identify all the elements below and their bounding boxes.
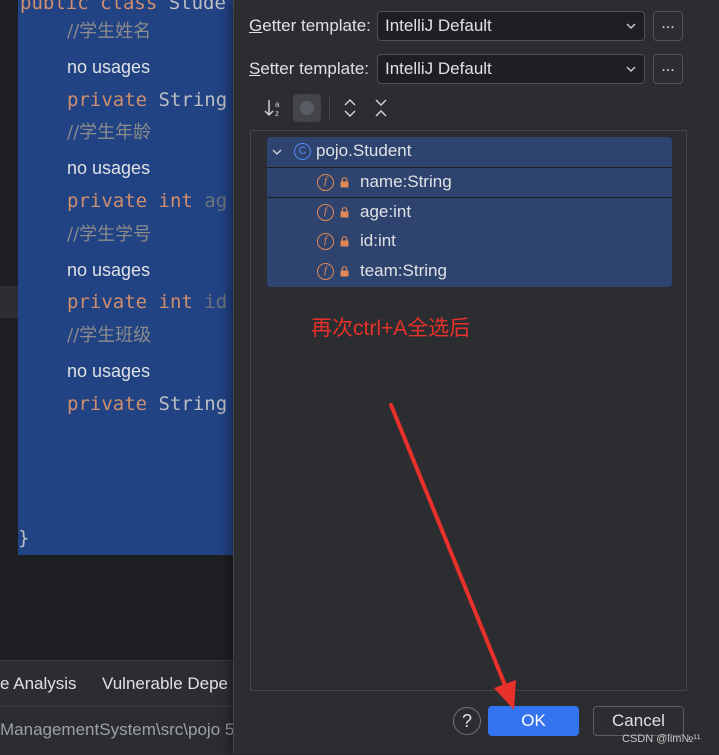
mnemonic: G	[249, 16, 263, 35]
comment-line: //学生学号	[67, 224, 152, 245]
comment-line: //学生年龄	[67, 122, 152, 143]
annotation-text: 再次ctrl+A全选后	[311, 317, 471, 340]
closing-brace: }	[18, 527, 30, 549]
code-line-field: private String	[67, 392, 227, 416]
keyword: private int	[67, 190, 205, 212]
tree-node-field[interactable]: f team:String	[267, 257, 672, 287]
setter-template-value: IntelliJ Default	[385, 59, 492, 78]
lock-icon	[340, 177, 349, 188]
chevron-down-icon	[626, 23, 636, 29]
code-line-class: public class Stude	[20, 0, 226, 15]
tree-node-class[interactable]: C pojo.Student	[267, 137, 672, 167]
svg-text:a: a	[275, 100, 280, 109]
setter-template-select[interactable]: IntelliJ Default	[377, 54, 645, 84]
tree-node-field[interactable]: f id:int	[267, 227, 672, 257]
setter-template-label: Setter template:	[249, 59, 369, 79]
cancel-button[interactable]: Cancel	[593, 706, 684, 736]
getter-template-label: Getter template:	[249, 16, 371, 36]
setter-more-button[interactable]: ...	[653, 54, 683, 84]
tab-vulnerable-dependencies[interactable]: Vulnerable Depe	[102, 674, 228, 694]
generate-getters-setters-dialog: Getter template: IntelliJ Default ... Se…	[233, 0, 719, 754]
lock-icon	[340, 266, 349, 277]
field-label: team:String	[360, 261, 447, 280]
expand-all-icon[interactable]	[336, 94, 364, 122]
keyword: private	[67, 89, 159, 111]
label-text: etter template:	[260, 59, 370, 78]
sort-alpha-icon[interactable]: a z	[261, 94, 289, 122]
keyword: private	[67, 393, 159, 415]
field-label: id:int	[360, 231, 396, 250]
status-path[interactable]: ManagementSystem\src\pojo 5	[0, 720, 234, 740]
ok-button[interactable]: OK	[488, 706, 579, 736]
member-tree[interactable]: C pojo.Student f name:String f age:int f…	[250, 130, 687, 691]
tree-node-field[interactable]: f age:int	[267, 197, 672, 228]
usage-hint[interactable]: no usages	[67, 258, 150, 282]
keyword: public class	[20, 0, 169, 14]
field-icon: f	[317, 174, 334, 191]
usage-hint[interactable]: no usages	[67, 359, 150, 383]
code-line-field: private int id	[67, 290, 227, 314]
field-name: ag	[204, 190, 228, 212]
getter-template-value: IntelliJ Default	[385, 16, 492, 35]
field-icon: f	[317, 204, 334, 221]
field-name: id	[204, 291, 228, 313]
lock-icon	[340, 207, 349, 218]
class-name: Stude	[168, 0, 226, 14]
collapse-all-icon[interactable]	[367, 94, 395, 122]
help-button[interactable]: ?	[453, 707, 481, 735]
comment-line: //学生姓名	[67, 21, 152, 42]
tree-node-field[interactable]: f name:String	[267, 167, 672, 198]
type-name: String	[158, 393, 228, 415]
usage-hint[interactable]: no usages	[67, 156, 150, 180]
code-line-field: private String	[67, 88, 227, 112]
chevron-down-icon	[626, 66, 636, 72]
field-label: age:int	[360, 202, 412, 221]
gutter-marker	[0, 286, 18, 318]
class-label: pojo.Student	[316, 141, 412, 160]
chevron-down-icon[interactable]	[271, 146, 283, 158]
type-name: String	[158, 89, 228, 111]
field-label: name:String	[360, 172, 452, 191]
svg-text:z: z	[275, 109, 279, 118]
show-inherited-icon[interactable]	[293, 94, 321, 122]
toolbar-separator	[329, 96, 330, 120]
getter-template-select[interactable]: IntelliJ Default	[377, 11, 645, 41]
code-line-field: private int ag	[67, 189, 227, 213]
class-icon: C	[294, 143, 311, 160]
field-icon: f	[317, 263, 334, 280]
label-text: etter template:	[262, 16, 371, 35]
field-icon: f	[317, 233, 334, 250]
tab-analysis[interactable]: e Analysis	[0, 674, 77, 694]
lock-icon	[340, 236, 349, 247]
keyword: private int	[67, 291, 205, 313]
mnemonic: S	[249, 59, 261, 78]
usage-hint[interactable]: no usages	[67, 55, 150, 79]
comment-line: //学生班级	[67, 325, 152, 346]
editor-gutter	[0, 0, 18, 555]
watermark: CSDN @lim№¹¹	[622, 733, 701, 745]
getter-more-button[interactable]: ...	[653, 11, 683, 41]
